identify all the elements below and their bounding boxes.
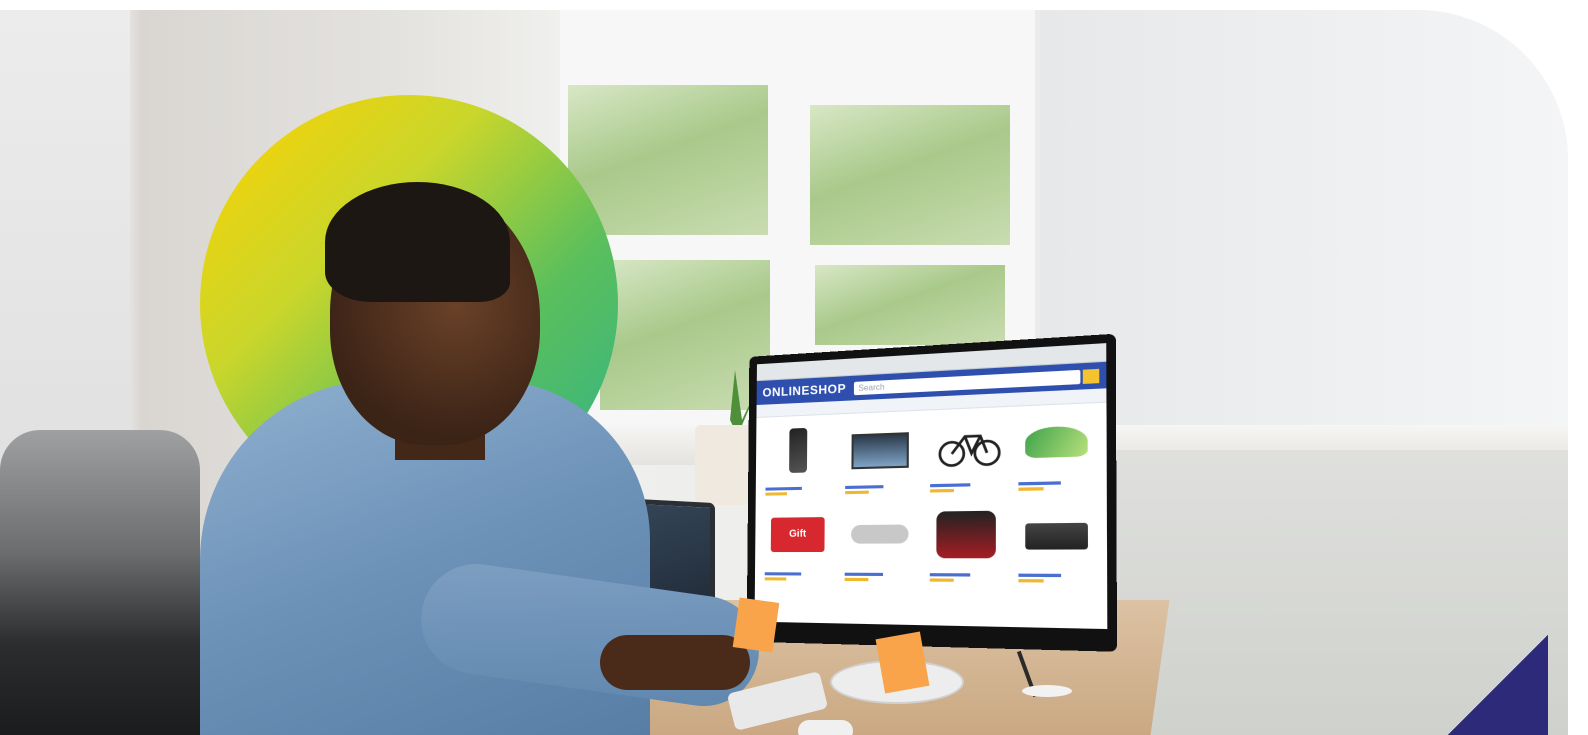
corner-accent	[1448, 635, 1548, 735]
product-tile	[1014, 410, 1100, 498]
product-tile	[925, 413, 1007, 499]
gift-card-icon: Gift	[770, 517, 825, 553]
window-pane	[810, 105, 1010, 245]
window-pane	[568, 85, 768, 235]
sticky-note	[732, 597, 780, 653]
bicycle-icon	[936, 420, 1002, 469]
product-meta	[764, 572, 802, 582]
window-pane	[815, 265, 1005, 345]
product-meta	[1018, 481, 1061, 493]
product-tile: Gift	[761, 507, 835, 587]
mouse	[798, 720, 853, 735]
product-grid: Gift	[755, 403, 1107, 597]
shop-logo: ONLINESHOP	[762, 381, 847, 400]
person-hair	[325, 182, 510, 302]
sticky-note	[875, 631, 930, 694]
product-tile	[841, 417, 919, 500]
wall	[1040, 10, 1568, 450]
helmet-icon	[1024, 425, 1088, 459]
skates-icon	[935, 510, 996, 559]
search-icon	[1082, 368, 1100, 384]
product-meta	[845, 485, 884, 496]
laptop-icon	[851, 432, 909, 470]
sunglasses-icon	[851, 524, 909, 544]
monitor: ONLINESHOP Search Gift	[746, 333, 1118, 652]
cable-base	[1022, 685, 1072, 697]
product-meta	[1018, 573, 1061, 585]
product-tile	[1014, 503, 1100, 590]
product-meta	[929, 573, 970, 584]
router-icon	[1024, 522, 1089, 550]
hero-image: ONLINESHOP Search Gift	[0, 10, 1568, 735]
product-tile	[761, 421, 835, 502]
phone-icon	[789, 427, 808, 473]
person-hands	[600, 635, 750, 690]
monitor-screen: ONLINESHOP Search Gift	[754, 343, 1108, 630]
product-tile	[841, 505, 919, 587]
product-tile	[925, 504, 1007, 589]
office-chair	[0, 430, 200, 735]
product-meta	[929, 483, 970, 494]
product-meta	[765, 486, 802, 498]
product-meta	[844, 572, 884, 584]
